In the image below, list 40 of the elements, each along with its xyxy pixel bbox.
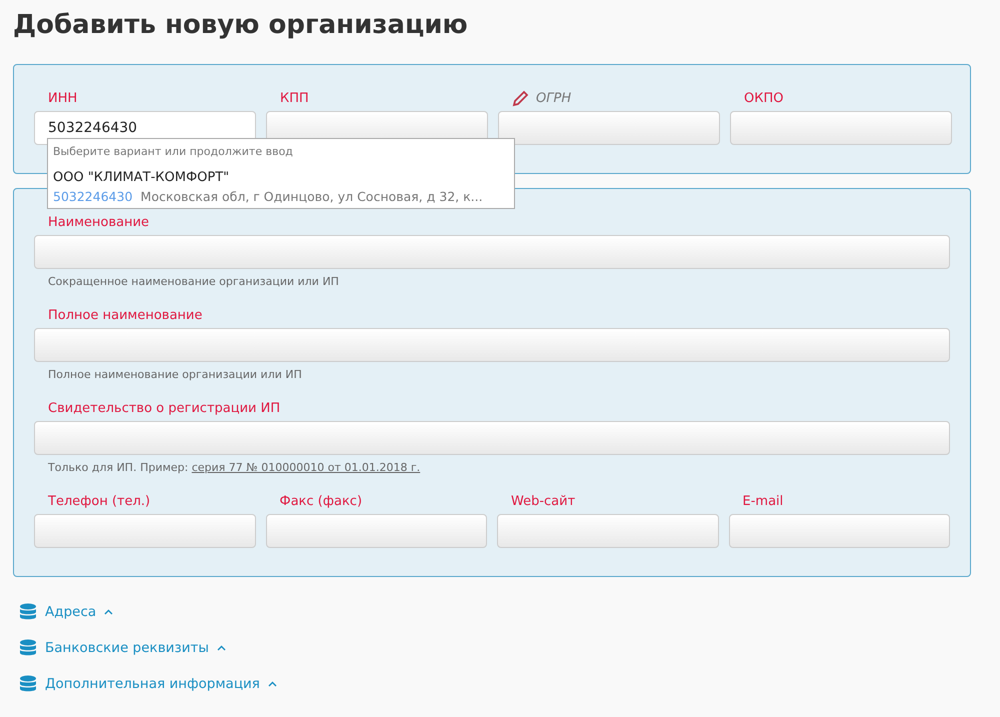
field-label: ИНН — [48, 90, 78, 106]
field-label: Телефон (тел.) — [48, 494, 150, 508]
pencil-icon — [512, 89, 530, 107]
page-title: Добавить новую организацию — [13, 10, 469, 40]
input-field[interactable] — [34, 235, 950, 269]
company-address: Московская обл, г Одинцово, ул Сосновая, д 32, к... — [140, 189, 483, 204]
section-toggle[interactable]: Адреса — [19, 603, 114, 621]
help-text: Сокращенное наименование организации или ИП — [48, 275, 340, 288]
database-icon — [19, 675, 37, 693]
input-field[interactable] — [266, 514, 487, 548]
caret-icon — [268, 681, 277, 687]
field-label: КПП — [280, 90, 309, 106]
field-label: E-mail — [742, 494, 784, 508]
input-field[interactable] — [34, 328, 950, 362]
database-icon — [19, 603, 37, 621]
dropdown-hint: Выберите вариант или продолжите ввод — [52, 145, 294, 160]
caret-icon — [216, 645, 226, 651]
help-text: Только для ИП. Пример: серия 77 № 010000010 от 01.01.2018 г. — [48, 461, 422, 474]
section-toggle[interactable]: Банковские реквизиты — [19, 639, 226, 657]
section-toggle[interactable]: Дополнительная информация — [19, 675, 277, 693]
field-label: Свидетельство о регистрации ИП — [48, 400, 280, 416]
input-field[interactable] — [34, 421, 950, 455]
input-field[interactable] — [728, 514, 950, 548]
field-label: Факс (факс) — [280, 494, 362, 508]
input-field[interactable] — [730, 111, 952, 145]
company-name: ООО "КЛИМАТ-КОМФОРТ" — [53, 170, 230, 185]
database-icon — [19, 639, 37, 657]
field-label: Полное наименование — [48, 308, 202, 322]
example-link[interactable]: серия 77 № 010000010 от 01.01.2018 г. — [192, 461, 420, 474]
help-text: Полное наименование организации или ИП — [48, 368, 303, 381]
field-label: ОКПО — [744, 90, 784, 106]
field-label: Наименование — [48, 214, 150, 230]
input-field[interactable] — [34, 514, 256, 548]
field-label: Web-сайт — [511, 494, 576, 508]
input-field[interactable] — [497, 514, 718, 548]
inn-number: 5032246430 — [53, 189, 133, 204]
suggestion-item[interactable]: ООО "КЛИМАТ-КОМФОРТ" 5032246430 Московская обл, г Одинцово, ул Сосновая, д 32, к... — [48, 170, 514, 204]
field-label: ОГРН — [536, 90, 572, 106]
caret-icon — [104, 609, 114, 615]
input-field[interactable] — [498, 111, 720, 145]
